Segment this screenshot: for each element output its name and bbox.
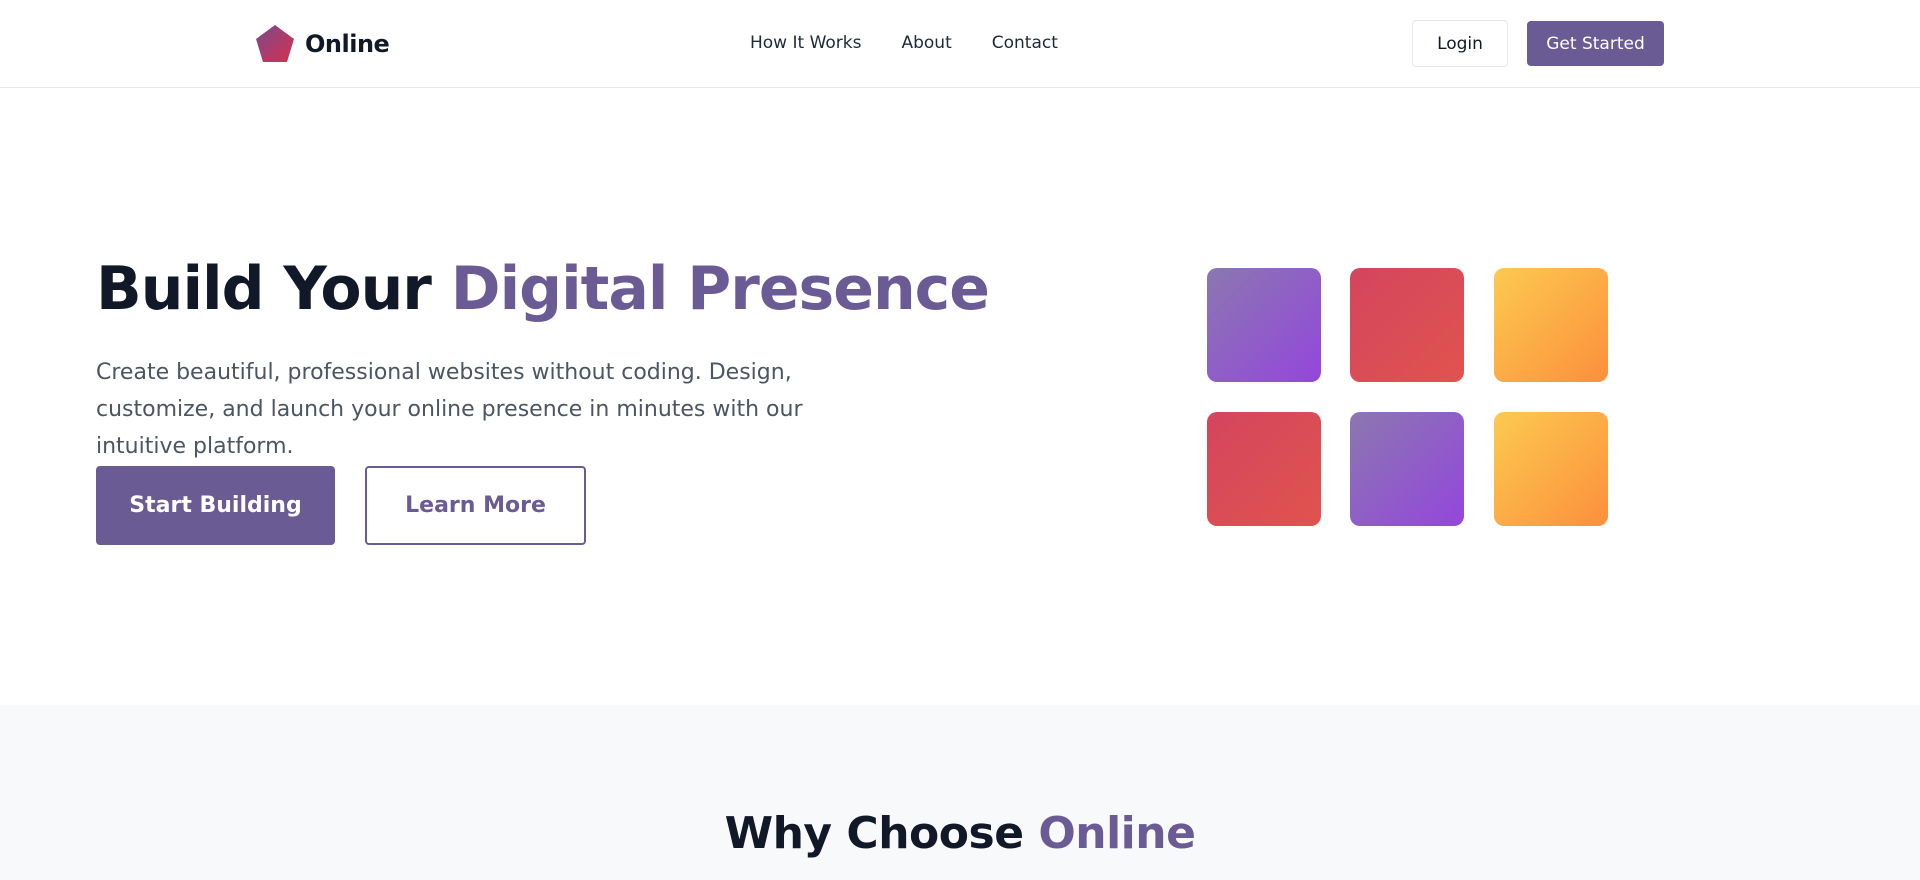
tile-red (1350, 268, 1464, 382)
nav-link-contact[interactable]: Contact (992, 33, 1058, 53)
features-title: Why Choose Online (0, 808, 1920, 859)
hero-title: Build Your Digital Presence (96, 254, 990, 324)
features-title-start: Why Choose (724, 808, 1039, 859)
tile-orange (1494, 412, 1608, 526)
hero-description: Create beautiful, professional websites … (96, 360, 803, 459)
site-header: Online How It Works About Contact Login … (0, 0, 1920, 88)
features-title-accent: Online (1038, 808, 1196, 859)
get-started-button[interactable]: Get Started (1527, 21, 1664, 66)
brand-logo[interactable]: Online (255, 24, 390, 64)
main-nav: How It Works About Contact (750, 33, 1058, 53)
tile-purple (1207, 268, 1321, 382)
features-section: Why Choose Online (0, 705, 1920, 880)
hero-title-start: Build Your (96, 254, 451, 324)
nav-link-about[interactable]: About (901, 33, 951, 53)
pentagon-logo-icon (256, 25, 294, 62)
tile-purple (1350, 412, 1464, 526)
nav-link-how-it-works[interactable]: How It Works (750, 33, 861, 53)
start-building-button[interactable]: Start Building (96, 466, 335, 545)
tile-orange (1494, 268, 1608, 382)
learn-more-button[interactable]: Learn More (365, 466, 586, 545)
tile-red (1207, 412, 1321, 526)
login-button[interactable]: Login (1412, 20, 1508, 67)
hero-title-accent: Digital Presence (450, 254, 990, 324)
brand-name: Online (305, 30, 390, 58)
